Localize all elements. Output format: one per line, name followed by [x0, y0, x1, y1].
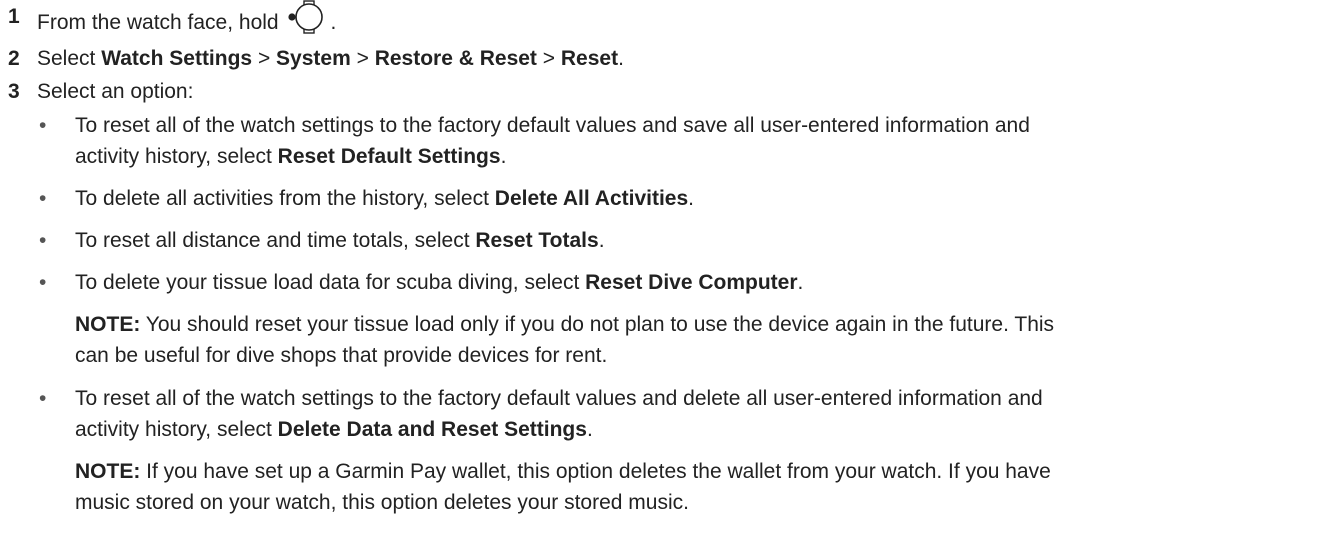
menu-path-restore-reset: Restore & Reset: [374, 47, 537, 70]
option-label: Delete Data and Reset Settings: [277, 418, 587, 441]
bullet: •: [39, 271, 47, 294]
step-number: 2: [8, 47, 20, 70]
option-label: Reset Totals: [475, 229, 599, 252]
bullet: •: [39, 187, 47, 210]
option-label: Reset Default Settings: [277, 145, 501, 168]
step-suffix: .: [330, 11, 337, 35]
bullet: •: [39, 229, 47, 252]
note-label: NOTE:: [75, 313, 141, 336]
step-number: 3: [8, 80, 20, 103]
bullet: •: [39, 114, 47, 137]
menu-path-reset: Reset: [560, 47, 619, 70]
step-text: From the watch face, hold: [37, 11, 279, 35]
menu-path-watch-settings: Watch Settings: [101, 47, 253, 70]
step-text: Select an option:: [37, 80, 194, 103]
bullet: •: [39, 387, 47, 410]
option-label: Delete All Activities: [494, 187, 689, 210]
watch-button-icon: [288, 0, 328, 43]
option-label: Reset Dive Computer: [585, 271, 798, 294]
menu-path-system: System: [276, 47, 351, 70]
step-number: 1: [8, 5, 20, 28]
note-label: NOTE:: [75, 460, 141, 483]
